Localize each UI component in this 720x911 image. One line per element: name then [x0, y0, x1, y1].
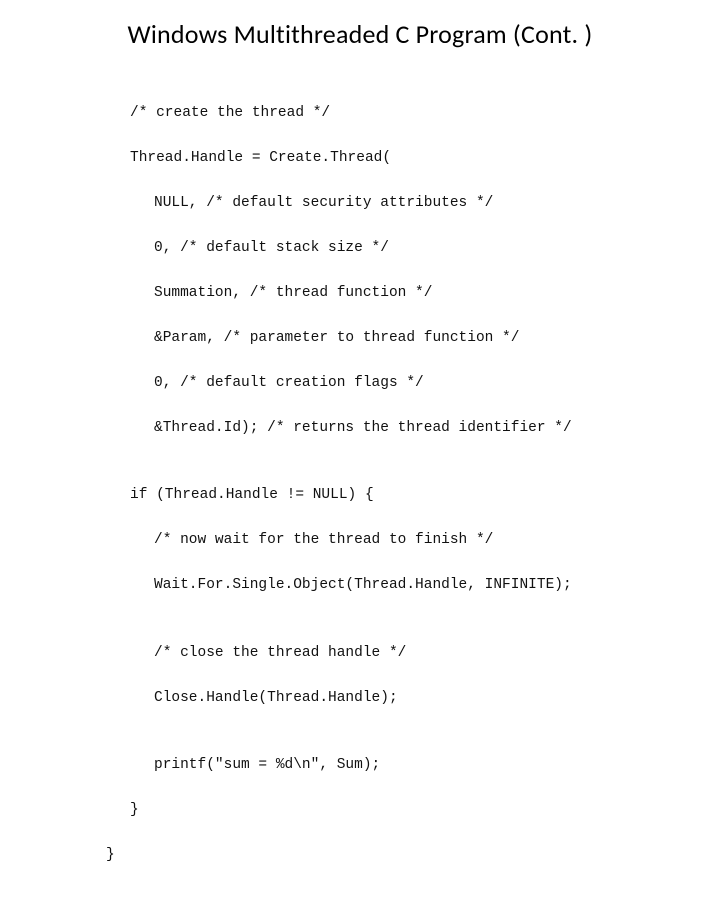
code-line: /* create the thread */: [130, 102, 690, 124]
code-line: /* close the thread handle */: [130, 642, 690, 664]
code-line: NULL, /* default security attributes */: [130, 192, 690, 214]
slide: Windows Multithreaded C Program (Cont. )…: [0, 0, 720, 540]
code-line: 0, /* default stack size */: [130, 237, 690, 259]
code-line: }: [130, 799, 690, 821]
code-line: if (Thread.Handle != NULL) {: [130, 484, 690, 506]
code-line: 0, /* default creation flags */: [130, 372, 690, 394]
code-line: Thread.Handle = Create.Thread(: [130, 147, 690, 169]
code-line: &Param, /* parameter to thread function …: [130, 327, 690, 349]
code-line: /* now wait for the thread to finish */: [130, 529, 690, 551]
code-line: Summation, /* thread function */: [130, 282, 690, 304]
code-line: Wait.For.Single.Object(Thread.Handle, IN…: [130, 574, 690, 596]
code-block: /* create the thread */ Thread.Handle = …: [130, 80, 690, 911]
code-line: Close.Handle(Thread.Handle);: [130, 687, 690, 709]
slide-title: Windows Multithreaded C Program (Cont. ): [0, 18, 720, 50]
code-line: }: [106, 844, 690, 866]
code-line: &Thread.Id); /* returns the thread ident…: [130, 417, 690, 439]
code-line: printf("sum = %d\n", Sum);: [130, 754, 690, 776]
